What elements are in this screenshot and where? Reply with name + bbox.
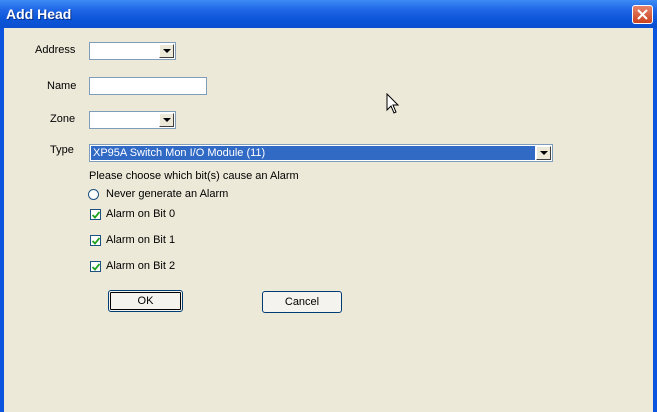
address-dropdown-button[interactable] xyxy=(159,44,174,58)
bit2-checkbox[interactable] xyxy=(90,261,101,272)
address-label: Address xyxy=(35,44,76,56)
add-head-dialog: Add Head Address Name Zone Type XP95A Sw… xyxy=(0,0,657,412)
name-label: Name xyxy=(47,80,77,92)
title-bar[interactable]: Add Head xyxy=(0,0,657,28)
type-value: XP95A Switch Mon I/O Module (11) xyxy=(91,146,535,160)
chevron-down-icon xyxy=(163,49,171,53)
zone-dropdown-button[interactable] xyxy=(159,113,174,127)
bit1-label[interactable]: Alarm on Bit 1 xyxy=(106,234,175,246)
ok-button[interactable]: OK xyxy=(108,290,183,312)
dialog-body: Address Name Zone Type XP95A Switch Mon … xyxy=(4,28,653,412)
checkmark-icon xyxy=(92,237,100,245)
zone-label: Zone xyxy=(50,113,76,125)
bit1-checkbox[interactable] xyxy=(90,235,101,246)
type-dropdown[interactable]: XP95A Switch Mon I/O Module (11) xyxy=(89,144,553,162)
address-dropdown[interactable] xyxy=(89,42,176,60)
type-dropdown-button[interactable] xyxy=(536,146,551,160)
zone-dropdown[interactable] xyxy=(89,111,176,129)
checkmark-icon xyxy=(92,263,100,271)
bit2-label[interactable]: Alarm on Bit 2 xyxy=(106,260,175,272)
mouse-pointer-icon xyxy=(386,93,400,114)
checkmark-icon xyxy=(92,211,100,219)
close-icon xyxy=(637,9,648,20)
window-title: Add Head xyxy=(6,6,72,22)
chevron-down-icon xyxy=(540,151,548,155)
never-alarm-label[interactable]: Never generate an Alarm xyxy=(106,188,228,200)
bit0-checkbox[interactable] xyxy=(90,209,101,220)
name-field[interactable] xyxy=(89,77,207,95)
bit0-label[interactable]: Alarm on Bit 0 xyxy=(106,208,175,220)
type-label: Type xyxy=(50,144,74,156)
chevron-down-icon xyxy=(163,118,171,122)
never-alarm-radio[interactable] xyxy=(88,189,99,200)
alarm-prompt: Please choose which bit(s) cause an Alar… xyxy=(89,170,299,182)
cancel-button[interactable]: Cancel xyxy=(262,291,342,313)
close-button[interactable] xyxy=(632,5,653,24)
